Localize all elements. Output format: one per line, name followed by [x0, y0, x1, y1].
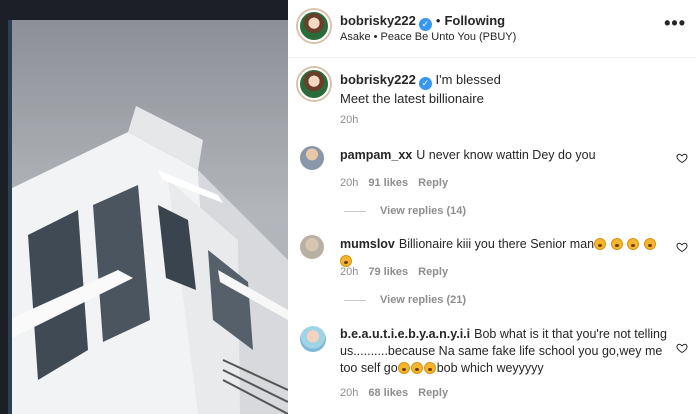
- audio-track-link[interactable]: Asake • Peace Be Unto You (PBUY): [340, 31, 516, 43]
- like-heart-icon[interactable]: [676, 152, 688, 164]
- commenter-username[interactable]: b.e.a.u.t.i.e.b.y.a.n.y.i.i: [340, 327, 470, 341]
- post-header: bobrisky222 ✓ • Following Asake • Peace Be …: [288, 0, 696, 58]
- caption-line-1: I'm blessed: [435, 72, 501, 87]
- author-username[interactable]: bobrisky222: [340, 13, 416, 28]
- comment-text: pampam_xx U never know wattin Dey do you: [340, 147, 660, 164]
- comment-meta: 20h 68 likes Reply: [340, 387, 458, 399]
- caption-text: bobrisky222 ✓ I'm blessed Meet the latest…: [340, 71, 680, 108]
- view-replies-label: View replies (21): [380, 294, 467, 306]
- replies-divider: [344, 299, 366, 301]
- replies-divider: [344, 210, 366, 212]
- face-emoji-icon: [643, 238, 656, 250]
- verified-badge-icon: ✓: [418, 77, 432, 90]
- comment-body: Billionaire kiii you there Senior man: [398, 237, 595, 251]
- building-photo: [8, 20, 288, 414]
- caption-line-2: Meet the latest billionaire: [340, 91, 484, 106]
- reply-button[interactable]: Reply: [418, 177, 448, 189]
- caption-avatar[interactable]: [298, 68, 330, 100]
- commenter-avatar[interactable]: [300, 235, 324, 259]
- commenter-avatar[interactable]: [300, 146, 324, 170]
- author-line: bobrisky222 ✓ • Following: [340, 12, 505, 31]
- view-replies-button[interactable]: View replies (21): [344, 294, 466, 306]
- view-replies-button[interactable]: View replies (14): [344, 205, 466, 217]
- face-emoji-icon: [423, 362, 436, 374]
- post-image[interactable]: [8, 20, 288, 414]
- comment-meta: 20h 79 likes Reply: [340, 266, 458, 278]
- like-heart-icon[interactable]: [676, 241, 688, 253]
- left-edge-strip: [0, 0, 8, 414]
- following-button[interactable]: Following: [444, 13, 505, 28]
- caption-username[interactable]: bobrisky222: [340, 72, 416, 87]
- face-emoji-icon: [627, 238, 640, 250]
- comment-meta: 20h 91 likes Reply: [340, 177, 458, 189]
- face-emoji-icon: [610, 238, 623, 250]
- verified-badge-icon: ✓: [418, 18, 432, 31]
- view-replies-label: View replies (14): [380, 205, 467, 217]
- like-heart-icon[interactable]: [676, 342, 688, 354]
- comment-text: mumslov Billionaire kiii you there Senior…: [340, 236, 660, 270]
- face-emoji-icon: [410, 362, 423, 374]
- face-emoji-icon: [594, 238, 607, 250]
- comment-timestamp[interactable]: 20h: [340, 266, 358, 278]
- commenter-avatar[interactable]: [300, 326, 326, 352]
- reply-button[interactable]: Reply: [418, 387, 448, 399]
- commenter-username[interactable]: pampam_xx: [340, 148, 412, 162]
- reply-button[interactable]: Reply: [418, 266, 448, 278]
- comment-likes[interactable]: 79 likes: [368, 266, 408, 278]
- comment-text: b.e.a.u.t.i.e.b.y.a.n.y.i.i Bob what is i…: [340, 326, 670, 377]
- comment-body: U never know wattin Dey do you: [416, 148, 596, 162]
- face-emoji-icon: [397, 362, 410, 374]
- separator-dot: •: [435, 13, 441, 28]
- photo-top-bar: [8, 0, 288, 20]
- comment-body-tail: bob which weyyyyy: [436, 361, 544, 375]
- commenter-username[interactable]: mumslov: [340, 237, 395, 251]
- comment-timestamp[interactable]: 20h: [340, 387, 358, 399]
- more-options-icon[interactable]: •••: [664, 14, 686, 32]
- comment-likes[interactable]: 68 likes: [368, 387, 408, 399]
- post-details-panel: bobrisky222 ✓ • Following Asake • Peace Be …: [288, 0, 696, 414]
- author-avatar[interactable]: [298, 10, 330, 42]
- comment-timestamp[interactable]: 20h: [340, 177, 358, 189]
- comment-likes[interactable]: 91 likes: [368, 177, 408, 189]
- caption-timestamp[interactable]: 20h: [340, 114, 358, 126]
